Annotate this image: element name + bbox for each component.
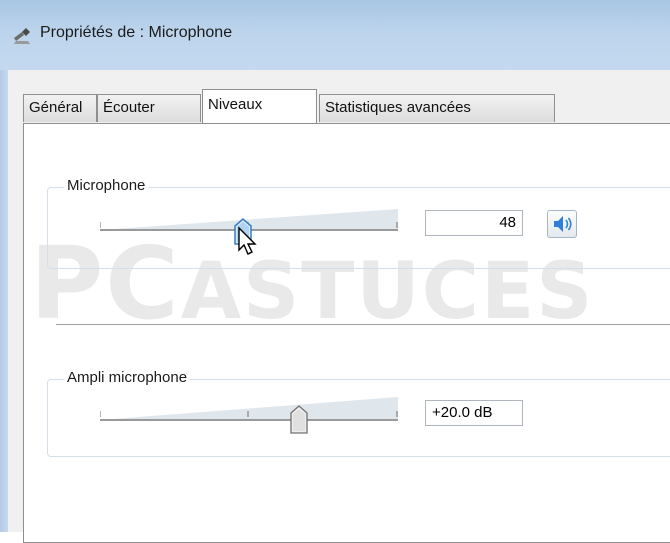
mouse-cursor [238,226,257,255]
slider-track-wedge [100,397,398,423]
microphone-level-value[interactable]: 48 [425,210,523,236]
section-separator [56,324,670,326]
microphone-boost-value[interactable]: +20.0 dB [425,400,523,426]
tab-general[interactable]: Général [23,94,97,122]
microphone-mute-button[interactable] [547,210,577,238]
tab-advanced-statistics[interactable]: Statistiques avancées [319,94,555,122]
microphone-icon [14,28,30,44]
microphone-level-label: Microphone [64,177,149,194]
title-bar[interactable]: Propriétés de : Microphone [0,0,670,71]
window-frame [0,70,8,532]
microphone-boost-label: Ampli microphone [64,369,191,386]
speaker-icon [554,216,572,232]
boost-slider-thumb[interactable] [290,405,308,435]
tab-levels[interactable]: Niveaux [202,89,317,123]
tab-listen[interactable]: Écouter [97,94,201,122]
window-title: Propriétés de : Microphone [40,24,233,41]
